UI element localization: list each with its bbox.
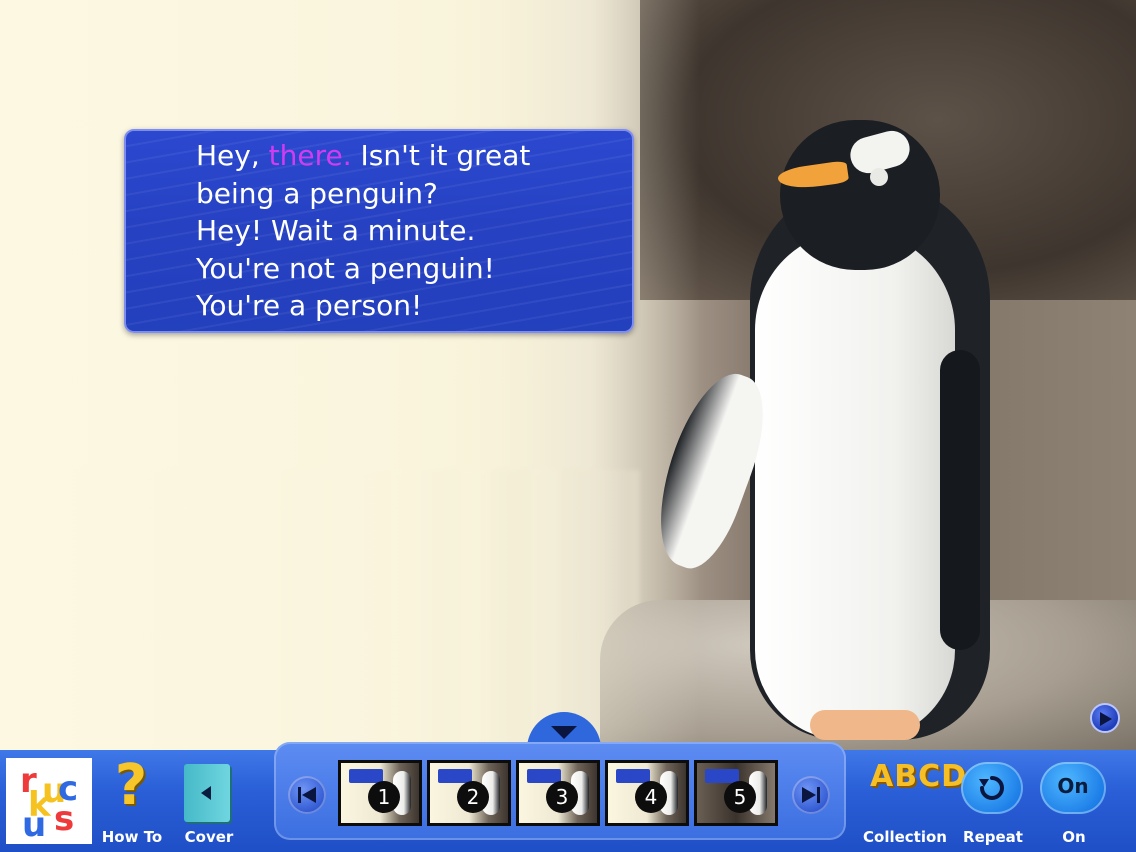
skip-back-icon [298,787,316,803]
story-line-1: Hey, there. Isn't it great [196,137,616,175]
repeat-icon [979,776,1004,800]
background-fade [0,0,700,750]
next-page-button[interactable] [1090,703,1120,733]
story-line-4: You're not a penguin! [196,251,495,285]
page-number: 2 [457,781,489,813]
book-icon [184,764,230,822]
triangle-down-icon [551,726,577,739]
story-line-2: being a penguin? [196,176,438,210]
story-text-segment: Isn't it great [351,139,531,172]
page-thumbnail-5[interactable]: 5 [694,760,778,826]
logo-letter: s [54,799,75,839]
collection-label: Collection [863,828,947,846]
repeat-button[interactable]: Repeat [955,756,1031,850]
question-mark-icon: ? [114,753,148,818]
story-text-box: Hey, there. Isn't it great being a pengu… [124,129,634,333]
last-page-button[interactable] [792,776,830,814]
play-icon [1100,712,1112,726]
abcd-icon: ABCD [870,759,968,794]
page-thumbnail-4[interactable]: 4 [605,760,689,826]
penguin-image [638,120,1040,750]
how-to-button[interactable]: ? How To [96,756,168,850]
first-page-button[interactable] [288,776,326,814]
page-number: 3 [546,781,578,813]
bottom-toolbar: r u k c u s ? How To Cover 1 2 3 4 5 ABC… [0,712,1136,852]
page-number: 1 [368,781,400,813]
page-number: 4 [635,781,667,813]
skip-forward-icon [802,787,820,803]
story-line-3: Hey! Wait a minute. [196,214,476,247]
page-number: 5 [724,781,756,813]
repeat-label: Repeat [963,828,1023,846]
cover-label: Cover [184,828,234,846]
page-thumbnail-2[interactable]: 2 [427,760,511,826]
page-thumbnail-1[interactable]: 1 [338,760,422,826]
story-text: Hey, there. Isn't it great being a pengu… [196,137,616,325]
cover-button[interactable]: Cover [176,756,242,850]
page-thumbnail-3[interactable]: 3 [516,760,600,826]
how-to-label: How To [101,828,163,846]
story-text-segment: Hey, [196,139,269,172]
rukus-logo[interactable]: r u k c u s [6,758,92,844]
collection-button[interactable]: ABCD Collection [858,756,968,850]
audio-on-button[interactable]: On On [1034,756,1114,850]
page-illustration: Hey, there. Isn't it great being a pengu… [0,0,1136,750]
on-bubble-text: On [1057,774,1089,798]
highlighted-word[interactable]: there. [269,139,352,172]
logo-letter: u [22,805,47,845]
on-label: On [1062,828,1086,846]
story-line-5: You're a person! [196,289,423,322]
